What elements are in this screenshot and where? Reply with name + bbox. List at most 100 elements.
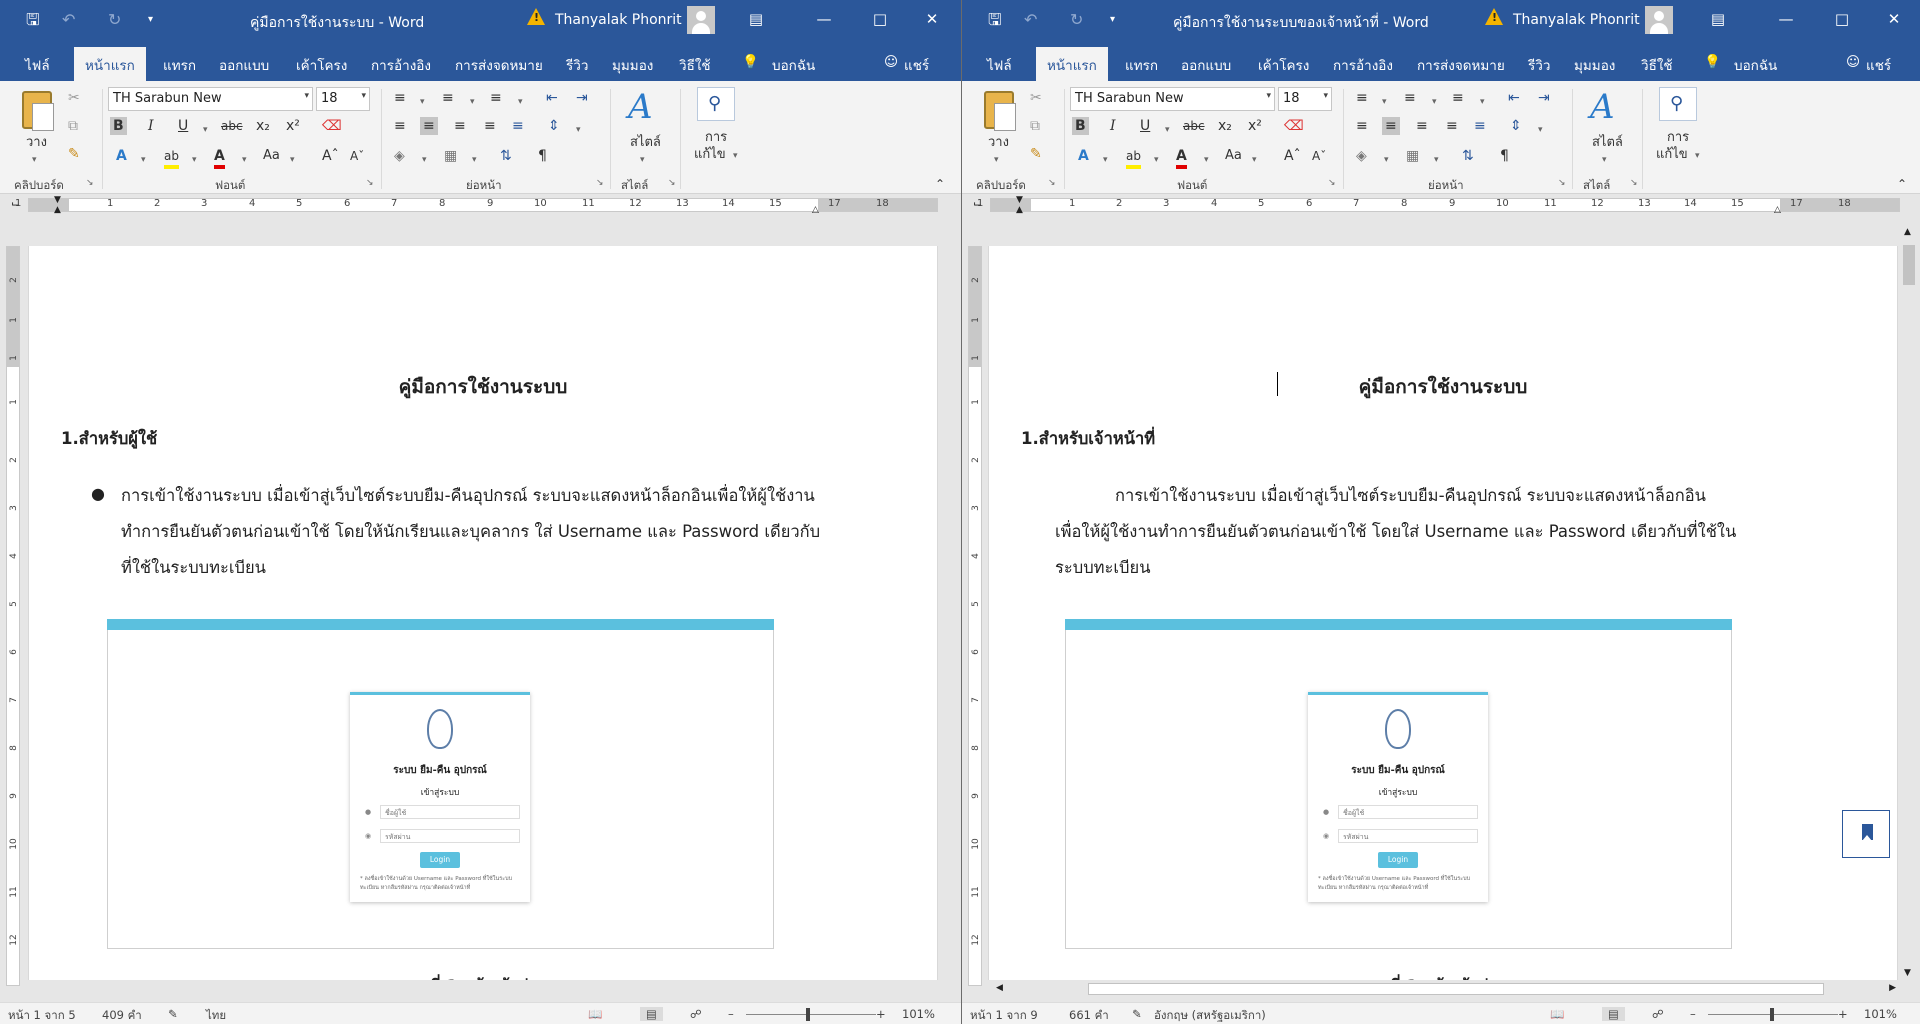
font-color-icon[interactable]: A [214,147,225,169]
tab-2[interactable]: แทรก [163,54,196,76]
clear-formatting-icon[interactable]: ⌫ [1284,117,1304,135]
print-layout-icon[interactable]: ▤ [640,1007,663,1021]
align-left-icon[interactable]: ≡ [1356,117,1368,135]
clipboard-launcher-icon[interactable]: ↘ [86,178,94,188]
undo-icon[interactable]: ↶ [62,10,75,30]
strikethrough-button[interactable]: abc [1183,117,1205,135]
share-icon[interactable]: ☺ [884,54,898,70]
tab-1[interactable]: หน้าแรก [1036,47,1108,81]
justify-icon[interactable]: ≡ [484,117,496,135]
warning-icon[interactable]: ! [1485,8,1503,25]
font-launcher-icon[interactable]: ↘ [366,178,374,188]
styles-icon[interactable]: A [628,87,653,127]
line-spacing-dropdown-icon[interactable]: ▾ [576,121,581,139]
multilevel-list-icon[interactable]: ≡ [490,89,502,107]
chevron-down-icon[interactable]: ▾ [304,91,309,101]
read-mode-icon[interactable]: 📖 [1550,1007,1564,1021]
font-color-icon[interactable]: A [1176,147,1187,169]
horizontal-scrollbar[interactable]: ◀ ▶ [992,980,1900,998]
cut-icon[interactable]: ✂ [68,89,80,107]
minimize-icon[interactable]: — [814,10,834,28]
zoom-out-button[interactable]: – [728,1007,734,1021]
cut-icon[interactable]: ✂ [1030,89,1042,107]
numbering-dropdown-icon[interactable]: ▾ [1432,93,1437,111]
styles-launcher-icon[interactable]: ↘ [668,178,676,188]
maximize-icon[interactable]: □ [1832,10,1852,28]
paste-button[interactable]: วาง [988,131,1009,152]
tell-me[interactable]: บอกฉัน [1734,54,1777,76]
italic-button[interactable]: I [148,117,154,135]
word-count[interactable]: 409 คำ [102,1007,142,1024]
zoom-level[interactable]: 101% [1864,1007,1897,1021]
text-effects-icon[interactable]: A [1078,147,1089,165]
chevron-down-icon[interactable]: ▾ [1323,91,1328,101]
tab-9[interactable]: วิธีใช้ [1641,54,1673,76]
borders-dropdown-icon[interactable]: ▾ [1434,151,1439,169]
thai-distribute-icon[interactable]: ≡ [1474,117,1486,135]
italic-button[interactable]: I [1110,117,1116,135]
zoom-level[interactable]: 101% [902,1007,935,1021]
customize-qat-icon[interactable]: ▾ [1110,10,1115,30]
multilevel-dropdown-icon[interactable]: ▾ [1480,93,1485,111]
underline-button[interactable]: U [178,117,188,135]
shading-dropdown-icon[interactable]: ▾ [422,151,427,169]
tab-7[interactable]: รีวิว [1528,54,1550,76]
paste-icon[interactable] [984,91,1016,131]
tab-8[interactable]: มุมมอง [1574,54,1615,76]
vertical-ruler[interactable]: 2 1 1 1 2 3 4 5 6 7 8 9 10 11 12 [968,246,982,986]
tab-5[interactable]: การอ้างอิง [1333,54,1393,76]
tell-me[interactable]: บอกฉัน [772,54,815,76]
tab-6[interactable]: การส่งจดหมาย [1417,54,1505,76]
styles-dropdown-icon[interactable]: ▾ [640,151,645,169]
styles-button[interactable]: สไตล์ [630,131,661,152]
zoom-in-button[interactable]: + [876,1007,886,1021]
collapse-ribbon-icon[interactable]: ⌃ [1897,175,1907,193]
share-icon[interactable]: ☺ [1846,54,1860,70]
undo-icon[interactable]: ↶ [1024,10,1037,30]
grow-font-icon[interactable]: Aˆ [1284,147,1301,165]
increase-indent-icon[interactable]: ⇥ [1538,89,1550,107]
login-screenshot-image[interactable]: ระบบ ยืม-คืน อุปกรณ์ เข้าสู่ระบบ ● ชื่อผ… [1065,619,1732,949]
subscript-button[interactable]: x₂ [1218,117,1232,135]
hanging-indent-icon[interactable]: ▲ [54,205,61,215]
share-button[interactable]: แชร์ [904,54,929,76]
bullets-dropdown-icon[interactable]: ▾ [1382,93,1387,111]
horizontal-ruler[interactable]: ⌙ ▼ ▲ △ 1 1 2 3 4 5 6 7 8 9 10 11 12 13 14 15 17 18 [962,195,1920,215]
highlight-dropdown-icon[interactable]: ▾ [192,151,197,169]
save-icon[interactable]: 🖫 [988,10,1002,30]
search-icon[interactable]: ⚲ [1659,87,1697,121]
zoom-out-button[interactable]: – [1690,1007,1696,1021]
show-formatting-icon[interactable]: ¶ [1500,147,1509,165]
highlight-icon[interactable]: ab [1126,147,1141,169]
styles-icon[interactable]: A [1590,87,1615,127]
strikethrough-button[interactable]: abc [221,117,243,135]
borders-dropdown-icon[interactable]: ▾ [472,151,477,169]
bold-button[interactable]: B [110,117,127,135]
lightbulb-icon[interactable]: 💡 [742,54,759,70]
proofing-icon[interactable]: ✎ [168,1007,178,1021]
show-formatting-icon[interactable]: ¶ [538,147,547,165]
vertical-scrollbar[interactable]: ▲ ▼ [1900,225,1918,980]
multilevel-list-icon[interactable]: ≡ [1452,89,1464,107]
editing-button[interactable]: แก้ไข [694,143,726,164]
language-indicator[interactable]: อังกฤษ (สหรัฐอเมริกา) [1154,1007,1266,1024]
styles-dropdown-icon[interactable]: ▾ [1602,151,1607,169]
save-icon[interactable]: 🖫 [26,10,40,30]
bullets-icon[interactable]: ≡ [394,89,406,107]
superscript-button[interactable]: x² [1248,117,1262,135]
horizontal-ruler[interactable]: ⌙ ▼ ▲ △ 1 1 2 3 4 5 6 7 8 9 10 11 12 13 14 15 17 18 [0,195,961,215]
tab-4[interactable]: เค้าโครง [1258,54,1309,76]
tab-7[interactable]: รีวิว [566,54,588,76]
proofing-icon[interactable]: ✎ [1132,1007,1142,1021]
paste-dropdown-icon[interactable]: ▾ [994,151,999,169]
paragraph-launcher-icon[interactable]: ↘ [1558,178,1566,188]
customize-qat-icon[interactable]: ▾ [148,10,153,30]
zoom-thumb[interactable] [806,1008,810,1021]
avatar[interactable] [687,6,715,34]
clipboard-launcher-icon[interactable]: ↘ [1048,178,1056,188]
shading-dropdown-icon[interactable]: ▾ [1384,151,1389,169]
maximize-icon[interactable]: □ [870,10,890,28]
borders-icon[interactable]: ▦ [1406,147,1419,165]
bookmark-icon[interactable] [1842,810,1890,858]
bullets-dropdown-icon[interactable]: ▾ [420,93,425,111]
